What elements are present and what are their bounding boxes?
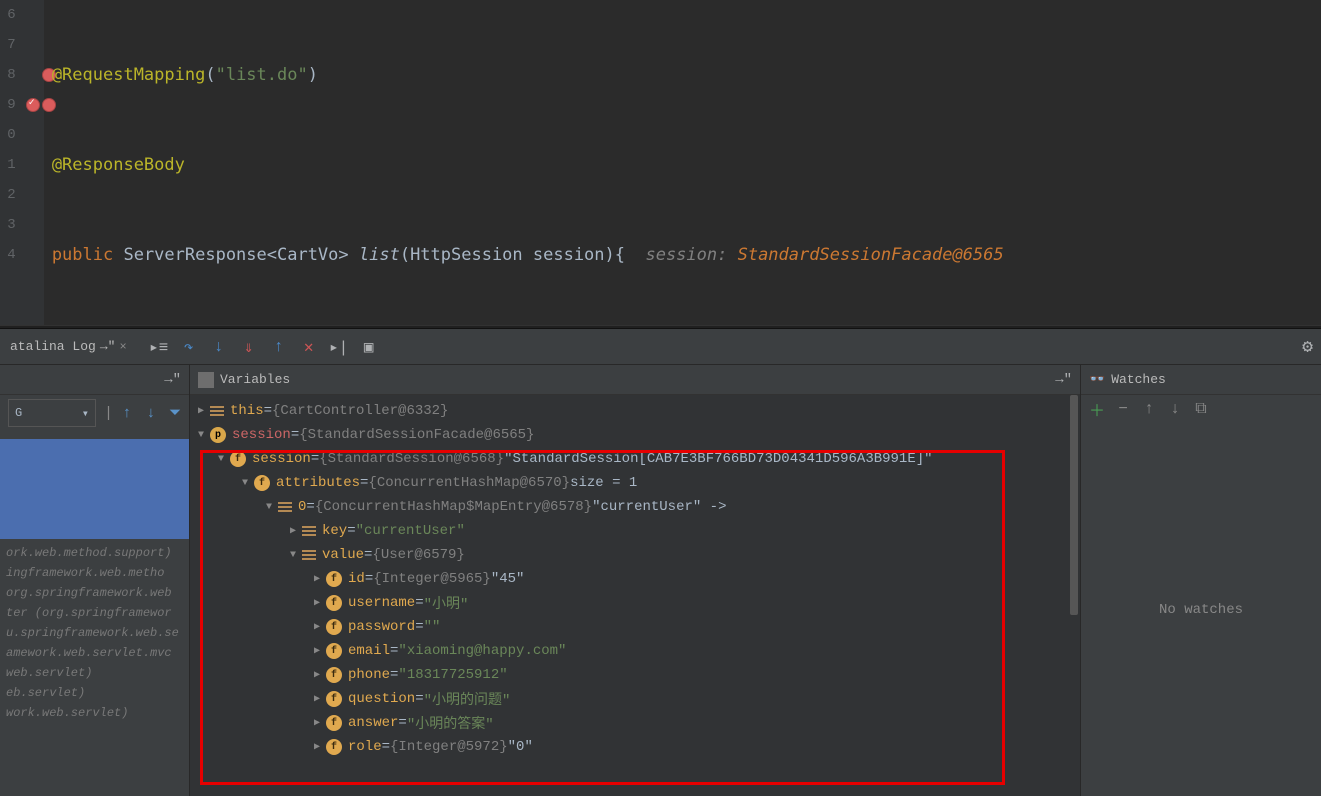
log-tab[interactable]: atalina Log →" × bbox=[4, 339, 133, 354]
scrollbar-thumb[interactable] bbox=[1070, 395, 1078, 615]
frames-list[interactable]: ork.web.method.support) ingframework.web… bbox=[0, 437, 189, 796]
step-over-icon[interactable]: ↷ bbox=[177, 335, 201, 359]
frame-item[interactable]: u.springframework.web.se bbox=[0, 623, 189, 643]
watches-panel: 👓 Watches ＋ − ↑ ↓ ⧉ No watches bbox=[1081, 365, 1321, 796]
frame-item[interactable]: web.servlet) bbox=[0, 663, 189, 683]
line-number: 6 bbox=[0, 0, 16, 30]
var-role[interactable]: ▶frole = {Integer@5972} "0" bbox=[190, 735, 1080, 759]
var-username[interactable]: ▶fusername = "小明" bbox=[190, 591, 1080, 615]
frame-item[interactable]: ork.web.method.support) bbox=[0, 543, 189, 563]
frame-item[interactable]: work.web.servlet) bbox=[0, 703, 189, 723]
line-number: 1 bbox=[0, 150, 16, 180]
step-into-icon[interactable]: ↓ bbox=[207, 335, 231, 359]
arrow-down-icon[interactable]: ↓ bbox=[141, 403, 161, 423]
debug-toolbar: atalina Log →" × ▸≡ ↷ ↓ ⇓ ↑ ✕ ▸| ▣ ⚙ bbox=[0, 329, 1321, 365]
code-content[interactable]: @RequestMapping("list.do") @ResponseBody… bbox=[44, 0, 1321, 325]
var-key[interactable]: ▶key = "currentUser" bbox=[190, 519, 1080, 543]
frame-item-selected[interactable] bbox=[0, 439, 189, 539]
annotation: @ResponseBody bbox=[52, 155, 185, 175]
thread-selector[interactable]: G ▾ bbox=[8, 399, 96, 427]
variables-tree[interactable]: ▶this = {CartController@6332} ▼psession … bbox=[190, 395, 1080, 796]
variables-title: Variables bbox=[220, 372, 290, 387]
watches-icon: 👓 bbox=[1089, 372, 1105, 387]
variables-panel: Variables →" ▶this = {CartController@633… bbox=[190, 365, 1081, 796]
watches-toolbar: ＋ − ↑ ↓ ⧉ bbox=[1081, 395, 1321, 423]
var-email[interactable]: ▶femail = "xiaoming@happy.com" bbox=[190, 639, 1080, 663]
add-watch-icon[interactable]: ＋ bbox=[1087, 399, 1107, 419]
watches-title: Watches bbox=[1111, 372, 1166, 387]
evaluate-expression-icon[interactable]: ▣ bbox=[357, 335, 381, 359]
line-number: 3 bbox=[0, 210, 16, 240]
var-question[interactable]: ▶fquestion = "小明的问题" bbox=[190, 687, 1080, 711]
step-out-icon[interactable]: ↑ bbox=[267, 335, 291, 359]
annotation: @RequestMapping bbox=[52, 65, 206, 85]
line-number: 7 bbox=[0, 30, 16, 60]
arrow-up-icon[interactable]: ↑ bbox=[117, 403, 137, 423]
remove-watch-icon[interactable]: − bbox=[1113, 399, 1133, 419]
breakpoint-verified-icon[interactable] bbox=[26, 98, 40, 112]
frame-item[interactable]: eb.servlet) bbox=[0, 683, 189, 703]
frame-item[interactable]: amework.web.servlet.mvc bbox=[0, 643, 189, 663]
force-step-into-icon[interactable]: ⇓ bbox=[237, 335, 261, 359]
line-number: 0 bbox=[0, 120, 16, 150]
close-icon[interactable]: × bbox=[119, 340, 126, 354]
code-editor: 6 7 8 9 0 1 2 3 4 @RequestMapping("list.… bbox=[0, 0, 1321, 325]
move-up-icon[interactable]: ↑ bbox=[1139, 399, 1159, 419]
scrollbar[interactable] bbox=[1068, 395, 1080, 796]
run-to-cursor-icon[interactable]: ▸| bbox=[327, 335, 351, 359]
line-number: 2 bbox=[0, 180, 16, 210]
filter-icon[interactable]: ⏷ bbox=[165, 403, 185, 423]
var-value[interactable]: ▼value = {User@6579} bbox=[190, 543, 1080, 567]
line-number: 4 bbox=[0, 240, 16, 270]
var-entry-0[interactable]: ▼0 = {ConcurrentHashMap$MapEntry@6578} "… bbox=[190, 495, 1080, 519]
frame-item[interactable]: org.springframework.web bbox=[0, 583, 189, 603]
variables-icon bbox=[198, 372, 214, 388]
line-number: 9 bbox=[0, 90, 16, 120]
drop-frame-icon[interactable]: ✕ bbox=[297, 335, 321, 359]
debug-panels: →" G ▾ | ↑ ↓ ⏷ ork.web.method.support) i… bbox=[0, 365, 1321, 796]
frames-header: →" bbox=[0, 365, 189, 395]
settings-gear-icon[interactable]: ⚙ bbox=[1302, 336, 1313, 358]
move-down-icon[interactable]: ↓ bbox=[1165, 399, 1185, 419]
var-session[interactable]: ▼psession = {StandardSessionFacade@6565} bbox=[190, 423, 1080, 447]
breakpoint-gutter[interactable] bbox=[24, 0, 44, 325]
inlay-hint: session: StandardSessionFacade@6565 bbox=[645, 245, 1003, 265]
no-watches-label: No watches bbox=[1081, 423, 1321, 796]
frame-item[interactable]: ingframework.web.metho bbox=[0, 563, 189, 583]
line-number: 8 bbox=[0, 60, 16, 90]
var-inner-session[interactable]: ▼fsession = {StandardSession@6568} "Stan… bbox=[190, 447, 1080, 471]
frames-panel: →" G ▾ | ↑ ↓ ⏷ ork.web.method.support) i… bbox=[0, 365, 190, 796]
var-attributes[interactable]: ▼fattributes = {ConcurrentHashMap@6570} … bbox=[190, 471, 1080, 495]
line-number-gutter: 6 7 8 9 0 1 2 3 4 bbox=[0, 0, 24, 325]
var-id[interactable]: ▶fid = {Integer@5965} "45" bbox=[190, 567, 1080, 591]
pin-icon[interactable]: →" bbox=[100, 339, 116, 354]
var-password[interactable]: ▶fpassword = "" bbox=[190, 615, 1080, 639]
var-this[interactable]: ▶this = {CartController@6332} bbox=[190, 399, 1080, 423]
chevron-down-icon: ▾ bbox=[82, 406, 89, 421]
pin-icon[interactable]: →" bbox=[1055, 372, 1072, 388]
copy-icon[interactable]: ⧉ bbox=[1191, 399, 1211, 419]
var-answer[interactable]: ▶fanswer = "小明的答案" bbox=[190, 711, 1080, 735]
show-execution-point-icon[interactable]: ▸≡ bbox=[147, 335, 171, 359]
frame-item[interactable]: ter (org.springframewor bbox=[0, 603, 189, 623]
pin-icon[interactable]: →" bbox=[164, 372, 181, 388]
var-phone[interactable]: ▶fphone = "18317725912" bbox=[190, 663, 1080, 687]
